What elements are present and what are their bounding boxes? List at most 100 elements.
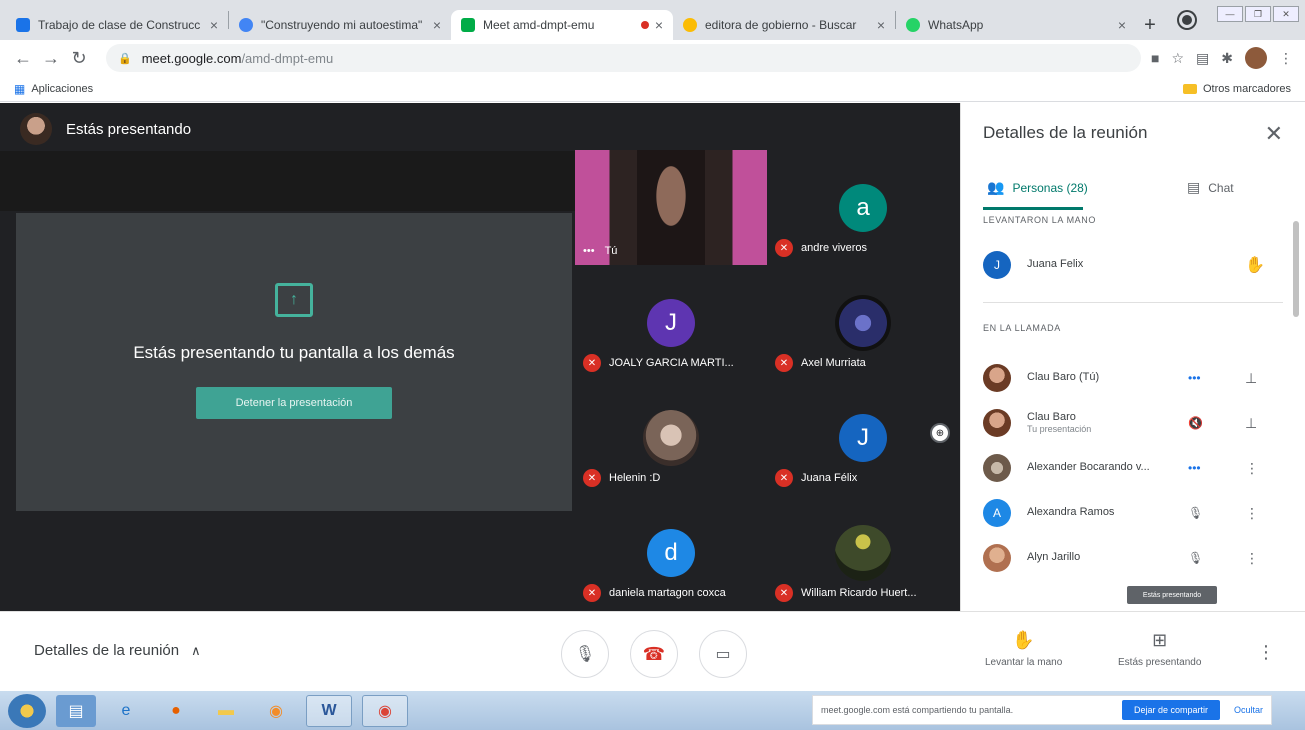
ie-icon[interactable]: e <box>106 695 146 727</box>
participant-row[interactable]: Clau Baro (Tú) ••• ⊥ <box>983 361 1283 395</box>
camera-button[interactable]: ▭ <box>699 630 747 678</box>
mic-off-icon[interactable]: 🎙 <box>1188 551 1203 565</box>
participant-name: Alyn Jarillo <box>1027 551 1081 564</box>
raised-hand-row[interactable]: J Juana Felix ✋ <box>983 248 1283 282</box>
participant-name: Clau Baro Tu presentación <box>1027 411 1177 435</box>
participant-row[interactable]: Alexander Bocarando v... ••• ⋮ <box>983 451 1283 485</box>
participant-tiles: ••• Tú a ✕ andre viveros J ✕ JOALY GARCIA M… <box>575 150 960 611</box>
google-icon <box>239 18 253 32</box>
close-icon[interactable]: × <box>655 17 663 33</box>
more-vert-icon[interactable]: ⋮ <box>1257 642 1275 663</box>
browser-tab-meet[interactable]: Meet amd-dmpt-emu × <box>451 10 673 40</box>
pin-icon[interactable]: ⊕ <box>930 423 950 443</box>
hide-button[interactable]: Ocultar <box>1234 705 1263 715</box>
close-icon[interactable]: × <box>433 17 441 33</box>
share-message: meet.google.com está compartiendo tu pan… <box>821 705 1014 715</box>
address-bar[interactable]: 🔒 meet.google.com/amd-dmpt-emu <box>106 44 1141 72</box>
avatar: J <box>983 251 1011 279</box>
more-dots-icon[interactable]: ••• <box>1188 461 1201 475</box>
back-icon[interactable]: ← <box>12 48 34 69</box>
close-icon[interactable]: × <box>877 17 885 33</box>
panel-tabs: 👥 Personas (28) ▤ Chat <box>961 173 1305 213</box>
menu-icon[interactable]: ⋮ <box>1279 50 1293 67</box>
chrome-icon[interactable]: ◉ <box>362 694 408 727</box>
stop-sharing-button[interactable]: Dejar de compartir <box>1121 700 1220 720</box>
maximize-icon[interactable]: ❐ <box>1245 6 1271 22</box>
tile-name: William Ricardo Huert... <box>801 587 917 599</box>
close-icon[interactable]: ✕ <box>1265 121 1283 147</box>
browser-tab-4[interactable]: editora de gobierno - Buscar × <box>673 10 895 40</box>
mic-off-icon[interactable]: 🎙 <box>1188 506 1203 520</box>
end-call-button[interactable]: ☎ <box>630 630 678 678</box>
presenting-message: Estás presentando tu pantalla a los demá… <box>133 343 455 362</box>
more-vert-icon[interactable]: ⋮ <box>1245 460 1259 477</box>
pin-icon[interactable]: ⊥ <box>1245 370 1257 387</box>
avatar: A <box>983 499 1011 527</box>
pin-icon[interactable]: ⊥ <box>1245 415 1257 432</box>
tab-title: "Construyendo mi autoestima" <box>261 18 423 32</box>
start-button[interactable] <box>8 693 46 728</box>
avatar <box>20 113 52 145</box>
avatar <box>983 364 1011 392</box>
mic-off-icon: ✕ <box>775 584 793 602</box>
more-dots-icon[interactable]: ••• <box>1188 371 1201 385</box>
browser-tab-whatsapp[interactable]: WhatsApp × <box>896 10 1136 40</box>
windows-taskbar: ▤ e ● ▬ ◉ W ◉ meet.google.com está compa… <box>0 691 1305 730</box>
more-vert-icon[interactable]: ⋮ <box>1245 505 1259 522</box>
explorer-icon[interactable]: ▤ <box>56 694 96 727</box>
close-icon[interactable]: × <box>1118 17 1126 33</box>
tile-participant[interactable]: ✕ Axel Murriata <box>767 265 959 380</box>
tile-participant[interactable]: ✕ Helenin :D <box>575 380 767 495</box>
tile-self[interactable]: ••• Tú <box>575 150 767 265</box>
word-icon[interactable]: W <box>306 694 352 727</box>
tile-participant[interactable]: J ✕ JOALY GARCIA MARTI... <box>575 265 767 380</box>
other-bookmarks[interactable]: Otros marcadores <box>1182 83 1291 95</box>
participant-row[interactable]: Alyn Jarillo 🎙 ⋮ <box>983 541 1283 575</box>
microphone-button[interactable]: 🎙 <box>561 630 609 678</box>
chevron-up-icon: ∧ <box>191 642 201 658</box>
tile-participant[interactable]: a ✕ andre viveros <box>767 150 959 265</box>
profile-avatar[interactable] <box>1245 47 1267 69</box>
meeting-details-button[interactable]: Detalles de la reunión ∧ <box>34 642 201 659</box>
tile-participant[interactable]: d ✕ daniela martagon coxca <box>575 495 767 610</box>
present-button[interactable]: ⊞ Estás presentando <box>1118 630 1201 668</box>
present-screen-icon: ↑ <box>275 283 313 317</box>
forward-icon[interactable]: → <box>40 48 62 69</box>
raised-hand-icon[interactable]: ✋ <box>1245 255 1265 275</box>
participant-name: Alexandra Ramos <box>1027 506 1115 519</box>
more-vert-icon[interactable]: ⋮ <box>1245 550 1259 567</box>
avatar: d <box>647 528 695 577</box>
window-close-icon[interactable]: ✕ <box>1273 6 1299 22</box>
close-icon[interactable]: × <box>210 17 218 33</box>
firefox-icon[interactable]: ● <box>156 695 196 727</box>
mic-off-icon: ✕ <box>583 584 601 602</box>
star-icon[interactable]: ☆ <box>1171 50 1184 67</box>
tab-people[interactable]: 👥 Personas (28) <box>987 179 1088 196</box>
raise-hand-button[interactable]: ✋ Levantar la mano <box>985 630 1062 668</box>
presenting-title: Estás presentando <box>66 120 192 138</box>
participant-row[interactable]: A Alexandra Ramos 🎙 ⋮ <box>983 496 1283 530</box>
meet-icon <box>461 18 475 32</box>
tile-participant[interactable]: ✕ William Ricardo Huert... <box>767 495 959 610</box>
tab-chat[interactable]: ▤ Chat <box>1187 179 1234 196</box>
new-tab-button[interactable]: + <box>1136 10 1164 40</box>
bookmark-apps[interactable]: Aplicaciones <box>31 83 93 95</box>
puzzle-icon[interactable]: ✱ <box>1221 50 1233 67</box>
classroom-icon <box>16 18 30 32</box>
reload-icon[interactable]: ↻ <box>68 48 90 69</box>
mute-audio-icon[interactable]: 🔇 <box>1188 416 1203 430</box>
browser-tab-1[interactable]: Trabajo de clase de Construcc × <box>6 10 228 40</box>
participant-row[interactable]: Clau Baro Tu presentación 🔇 ⊥ <box>983 406 1283 440</box>
tile-name: Helenin :D <box>609 472 661 484</box>
media-icon[interactable]: ◉ <box>256 695 296 727</box>
minimize-icon[interactable]: — <box>1217 6 1243 22</box>
extension-icon[interactable]: ▤ <box>1196 50 1209 67</box>
folder-icon[interactable]: ▬ <box>206 695 246 727</box>
url-path: /amd-dmpt-emu <box>241 50 334 66</box>
tab-title: editora de gobierno - Buscar <box>705 18 857 32</box>
stop-presenting-button[interactable]: Detener la presentación <box>196 387 392 419</box>
browser-tab-2[interactable]: "Construyendo mi autoestima" × <box>229 10 451 40</box>
tab-title: WhatsApp <box>928 18 984 32</box>
scrollbar[interactable] <box>1293 221 1299 317</box>
camera-indicator-icon[interactable]: ■ <box>1151 50 1159 66</box>
